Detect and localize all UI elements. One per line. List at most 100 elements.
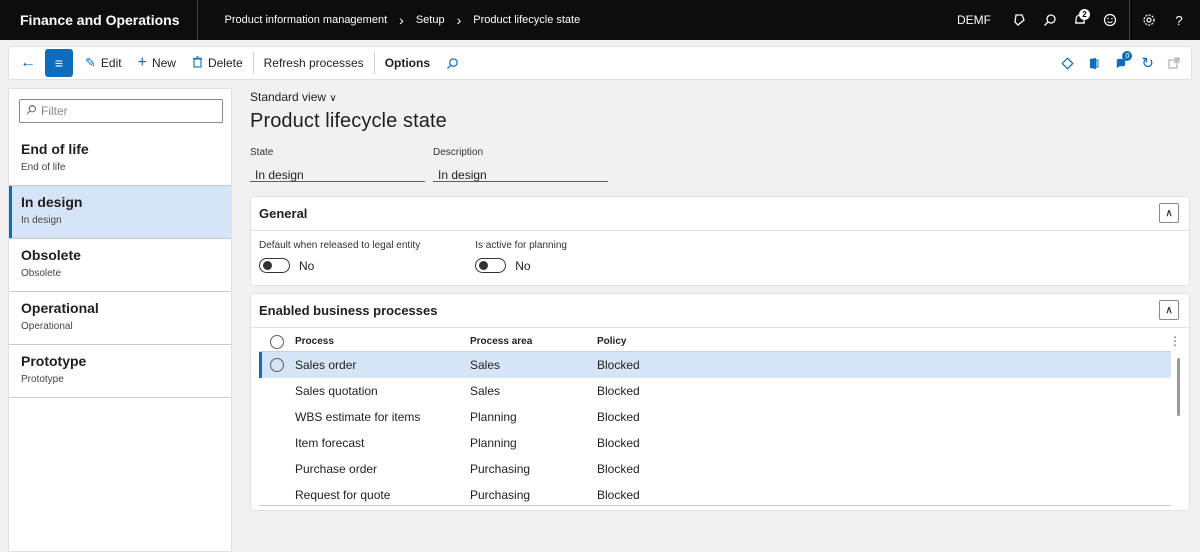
cell-policy: Blocked [597, 358, 640, 372]
cell-process: Request for quote [295, 488, 391, 502]
edit-button-label: Edit [100, 56, 122, 70]
chevron-up-icon[interactable]: ∧ [1159, 203, 1179, 223]
open-new-window-icon[interactable] [1163, 48, 1185, 78]
search-icon[interactable] [1035, 0, 1065, 40]
record-list-pane: Filter End of life End of life In design… [8, 88, 232, 552]
toggle-value: No [299, 258, 315, 273]
help-icon[interactable]: ? [1164, 0, 1194, 40]
office-icon[interactable] [1083, 48, 1105, 78]
chevron-right-icon: › [456, 12, 462, 28]
action-menu-icon[interactable]: ≡ [45, 49, 73, 77]
list-item-end-of-life[interactable]: End of life End of life [9, 133, 231, 186]
description-label: Description [433, 147, 484, 158]
smiley-feedback-icon[interactable] [1095, 0, 1125, 40]
table-row[interactable]: Sales order Sales Blocked [259, 352, 1171, 378]
cell-policy: Blocked [597, 384, 640, 398]
column-header-process[interactable]: Process [295, 336, 470, 347]
back-arrow-icon[interactable]: ← [15, 48, 41, 78]
power-apps-icon[interactable] [1056, 48, 1079, 78]
list-item-title: In design [21, 194, 83, 210]
main-content: Standard view ∨ Product lifecycle state … [250, 88, 1190, 511]
attachments-icon[interactable]: 0 [1109, 48, 1133, 78]
top-navigation-bar: Finance and Operations Product informati… [0, 0, 1200, 40]
business-processes-header[interactable]: Enabled business processes ∧ [251, 294, 1189, 328]
company-picker[interactable]: DEMF [957, 13, 991, 27]
list-item-subtitle: In design [21, 215, 62, 226]
table-row[interactable]: Purchase order Purchasing Blocked [259, 456, 1171, 482]
breadcrumb-item[interactable]: Setup [416, 14, 445, 26]
divider [252, 52, 254, 74]
cell-process-area: Planning [470, 410, 517, 424]
default-released-label: Default when released to legal entity [259, 240, 421, 251]
action-pane: ← ≡ ✎ Edit + New Delete Refresh processe… [8, 46, 1192, 80]
cell-process-area: Planning [470, 436, 517, 450]
table-row[interactable]: Sales quotation Sales Blocked [259, 378, 1171, 404]
table-row[interactable]: WBS estimate for items Planning Blocked [259, 404, 1171, 430]
list-item-operational[interactable]: Operational Operational [9, 292, 231, 345]
chevron-right-icon: › [399, 12, 404, 28]
grid-header-row: Process Process area Policy [259, 332, 1171, 352]
list-item-title: End of life [21, 141, 89, 157]
cell-process: Item forecast [295, 436, 365, 450]
chevron-up-icon[interactable]: ∧ [1159, 300, 1179, 320]
description-input[interactable]: In design [433, 160, 608, 182]
general-section-header[interactable]: General ∧ [251, 197, 1189, 231]
attachments-count-badge: 0 [1122, 51, 1133, 61]
row-select-radio[interactable] [270, 358, 284, 372]
options-tab[interactable]: Options [377, 48, 438, 78]
cell-policy: Blocked [597, 436, 640, 450]
breadcrumb: Product information management › Setup ›… [198, 12, 580, 28]
new-button-label: New [151, 56, 176, 70]
column-header-process-area[interactable]: Process area [470, 336, 597, 347]
filter-input[interactable]: Filter [19, 99, 223, 123]
breadcrumb-item: Product lifecycle state [473, 14, 581, 26]
table-row[interactable]: Item forecast Planning Blocked [259, 430, 1171, 456]
list-item-title: Operational [21, 300, 99, 316]
divider [1129, 0, 1130, 40]
active-planning-label: Is active for planning [475, 240, 567, 251]
refresh-processes-button[interactable]: Refresh processes [256, 48, 372, 78]
state-input[interactable]: In design [250, 160, 425, 182]
grid-scrollbar[interactable] [1177, 358, 1180, 416]
business-processes-section: Enabled business processes ∧ Process Pro… [250, 293, 1190, 511]
app-name[interactable]: Finance and Operations [0, 0, 199, 40]
trash-icon [192, 55, 203, 71]
cell-process-area: Purchasing [470, 462, 531, 476]
description-field: Description In design [433, 147, 608, 182]
section-title: Enabled business processes [259, 303, 438, 318]
list-item-title: Prototype [21, 353, 87, 369]
list-item-title: Obsolete [21, 247, 81, 263]
column-header-policy[interactable]: Policy [597, 336, 717, 347]
list-item-obsolete[interactable]: Obsolete Obsolete [9, 239, 231, 292]
list-item-in-design[interactable]: In design In design [9, 186, 231, 239]
cell-policy: Blocked [597, 462, 640, 476]
edit-button[interactable]: ✎ Edit [77, 48, 130, 78]
filter-placeholder: Filter [41, 104, 68, 118]
toggle-value: No [515, 258, 531, 273]
chevron-down-icon: ∨ [329, 93, 337, 104]
default-released-field: Default when released to legal entity No [259, 240, 420, 275]
copilot-icon[interactable] [1005, 0, 1035, 40]
active-planning-toggle[interactable] [475, 258, 507, 273]
delete-button-label: Delete [207, 56, 243, 70]
view-selector[interactable]: Standard view ∨ [250, 90, 1190, 104]
pencil-icon: ✎ [85, 55, 96, 70]
state-field: State In design [250, 147, 425, 182]
more-options-icon[interactable]: ⋮ [1169, 334, 1181, 348]
list-item-prototype[interactable]: Prototype Prototype [9, 345, 231, 398]
breadcrumb-item[interactable]: Product information management [224, 14, 387, 26]
section-title: General [259, 206, 308, 221]
cell-policy: Blocked [597, 488, 640, 502]
refresh-icon[interactable]: ↻ [1136, 48, 1159, 78]
notifications-icon[interactable]: 2 [1065, 0, 1095, 40]
state-label: State [250, 147, 274, 158]
list-item-subtitle: Prototype [21, 374, 64, 385]
cell-process: Sales quotation [295, 384, 378, 398]
delete-button[interactable]: Delete [184, 48, 251, 78]
default-released-toggle[interactable] [259, 258, 290, 273]
new-button[interactable]: + New [130, 48, 184, 78]
plus-icon: + [137, 54, 147, 71]
gear-icon[interactable] [1134, 0, 1164, 40]
search-icon[interactable] [438, 48, 467, 78]
select-all-radio[interactable] [270, 334, 284, 349]
